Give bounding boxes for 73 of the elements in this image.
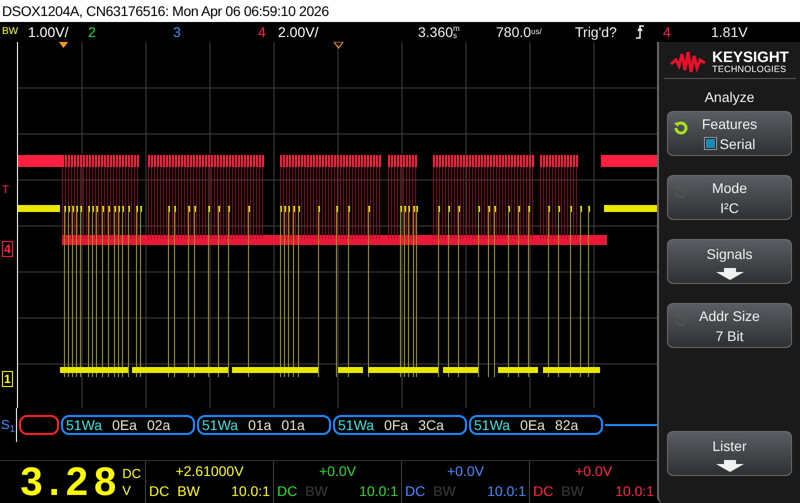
probe-ratio: 10.0:1 — [359, 482, 398, 501]
wave-logo-icon — [670, 50, 706, 74]
softkey-label: Lister — [712, 436, 747, 456]
trigger-source: 4 — [663, 25, 672, 39]
bandwidth-limit-label: BW — [2, 27, 20, 37]
time-scale-value: 780.0 — [496, 25, 532, 39]
time-scale-unit: us/ — [531, 28, 542, 36]
bandwidth-limit-label: BW — [561, 482, 584, 501]
packet-data: 01a — [248, 418, 272, 432]
serial-bus-label: S$_{1}$ — [1, 416, 16, 435]
softkey-label: Addr Size — [699, 306, 760, 326]
packet-address: 51Wa — [474, 418, 510, 432]
bandwidth-limit-label: BW — [177, 482, 200, 501]
packet-address: 51Wa — [202, 418, 238, 432]
channel-scale-label: 1.00V/ — [28, 25, 70, 39]
channel-ground-marker: 4 — [2, 241, 13, 257]
softkey-button[interactable]: Addr Size 7 Bit — [667, 303, 792, 348]
softkey-button[interactable]: Lister — [667, 431, 792, 476]
channel-scale-label: 4 — [258, 25, 267, 39]
channel-offset: +0.0V — [318, 462, 357, 481]
trigger-edge-icon — [635, 25, 645, 39]
channel-offset: +2.61000V — [174, 462, 245, 481]
bandwidth-limit-label: BW — [305, 482, 328, 501]
channel-ground-marker: 1 — [2, 371, 13, 387]
packet-data: 0Ea — [112, 418, 137, 432]
softkey-value: 7 Bit — [715, 326, 744, 346]
channel-scale-label: 3 — [173, 25, 182, 39]
channel-coupling: DC — [405, 482, 426, 501]
softkey-value: Serial — [720, 134, 756, 154]
softkey-button[interactable]: Mode I²C — [667, 175, 792, 220]
unit-label: V — [122, 482, 132, 499]
checkbox[interactable] — [704, 137, 717, 150]
trigger-marker-label: T — [2, 184, 9, 196]
measurement-value: 3.28 — [20, 462, 122, 502]
time-reference-marker — [333, 42, 344, 49]
softkey-label: Features — [702, 114, 758, 134]
decode-error-frame — [19, 415, 59, 435]
packet-data: 0Ea — [520, 418, 545, 432]
softkey-label: Mode — [712, 178, 748, 198]
packet-address: 51Wa — [338, 418, 374, 432]
channel-scale-label: 2 — [88, 25, 97, 39]
packet-data: 0Fa — [384, 418, 408, 432]
packet-data: 02a — [146, 418, 170, 432]
softkey-button[interactable]: Signals — [667, 239, 792, 284]
trigger-position-marker — [59, 42, 68, 48]
trigger-level: 1.81V — [711, 25, 748, 39]
time-delay-unit: ms — [453, 25, 460, 39]
bandwidth-limit-label: BW — [433, 482, 456, 501]
packet-address: 51Wa — [66, 418, 102, 432]
brand-name: KEYSIGHT — [712, 50, 789, 65]
packet-data: 3Ca — [418, 418, 444, 432]
softkey-value: I²C — [720, 198, 739, 218]
channel-offset: +0.0V — [574, 462, 613, 481]
softkey-label: Signals — [706, 244, 752, 264]
softkey-button[interactable]: Features Serial — [667, 111, 792, 156]
coupling-label: DC — [122, 465, 141, 482]
down-arrow-icon — [714, 460, 744, 472]
probe-ratio: 10.0:1 — [231, 482, 270, 501]
down-arrow-icon — [714, 268, 744, 280]
channel-offset: +0.0V — [446, 462, 485, 481]
channel-scale-label: 2.00V/ — [278, 25, 320, 39]
window-title: DSOX1204A, CN63176516: Mon Apr 06 06:59:10 2026 — [0, 0, 800, 22]
menu-title: Analyze — [704, 90, 754, 104]
probe-ratio: 10.0:1 — [487, 482, 526, 501]
probe-ratio: 10.0:1 — [615, 482, 654, 501]
packet-data: 01a — [281, 418, 305, 432]
channel-coupling: DC — [533, 482, 554, 501]
packet-data: 82a — [554, 418, 578, 432]
time-delay-value: 3.360 — [418, 25, 454, 39]
brand-subtitle: TECHNOLOGIES — [712, 65, 788, 74]
trigger-state: Trig'd? — [575, 25, 618, 39]
channel-coupling: DC — [277, 482, 298, 501]
channel-coupling: DC — [149, 482, 170, 501]
